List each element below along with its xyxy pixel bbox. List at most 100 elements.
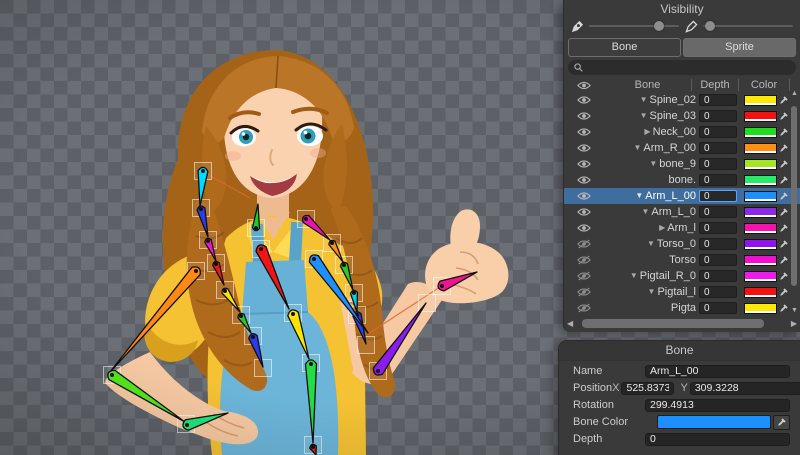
collapsed-triangle-icon[interactable]: ▶ [659, 223, 665, 232]
expand-triangle-icon[interactable]: ▼ [640, 95, 648, 104]
bone-color-swatch[interactable] [744, 175, 777, 186]
bone-origin-dot[interactable] [330, 241, 334, 245]
search-field[interactable] [568, 60, 796, 75]
bone-row-Arm_R_00[interactable]: ▼Arm_R_000 [564, 140, 800, 156]
depth-field[interactable]: 0 [699, 238, 737, 250]
visibility-toggle[interactable] [564, 303, 604, 313]
bone-row-Torso_0[interactable]: ▼Torso_00 [564, 236, 800, 252]
bone-row-Pigtail_R_0[interactable]: ▼Pigtail_R_00 [564, 268, 800, 284]
expand-triangle-icon[interactable]: ▼ [647, 239, 655, 248]
depth-field[interactable]: 0 [699, 174, 737, 186]
bone-origin-dot[interactable] [206, 239, 210, 243]
expand-triangle-icon[interactable]: ▼ [634, 143, 642, 152]
collapsed-triangle-icon[interactable]: ▶ [644, 127, 650, 136]
header-eye-icon[interactable] [564, 81, 604, 90]
slider-handle[interactable] [654, 21, 664, 31]
bone-row-Neck_00[interactable]: ▶Neck_000 [564, 124, 800, 140]
bone-color-swatch[interactable] [744, 223, 777, 234]
bone-color-swatch[interactable] [744, 207, 777, 218]
bone-origin-dot[interactable] [304, 217, 308, 221]
bone-origin-dot[interactable] [352, 291, 356, 295]
eyedropper-button[interactable] [777, 271, 791, 281]
visibility-toggle[interactable] [564, 127, 604, 137]
depth-field[interactable]: 0 [699, 206, 737, 218]
bone-origin-dot[interactable] [194, 269, 198, 273]
eyedropper-button[interactable] [777, 143, 791, 153]
visibility-toggle[interactable] [564, 191, 604, 201]
slider-track[interactable] [589, 25, 679, 27]
bone-color-swatch[interactable] [744, 303, 777, 314]
bone-origin-dot[interactable] [254, 226, 258, 230]
bone-color-swatch[interactable] [744, 191, 777, 202]
bone-row-Spine_03[interactable]: ▼Spine_030 [564, 108, 800, 124]
depth-field[interactable]: 0 [699, 94, 737, 106]
visibility-toggle[interactable] [564, 207, 604, 217]
bone-origin-dot[interactable] [311, 445, 315, 449]
bone-origin-dot[interactable] [199, 207, 203, 211]
bone-color-swatch[interactable] [744, 255, 777, 266]
depth-field[interactable]: 0 [699, 302, 737, 314]
position-x-input[interactable] [621, 382, 674, 395]
bone-handle[interactable] [256, 245, 289, 309]
vertical-scrollbar[interactable]: ▲ ▼ [790, 90, 799, 315]
eyedropper-button[interactable] [777, 159, 791, 169]
bone-origin-dot[interactable] [214, 262, 218, 266]
bone-origin-dot[interactable] [291, 312, 295, 316]
visibility-toggle[interactable] [564, 255, 604, 265]
expand-triangle-icon[interactable]: ▼ [640, 111, 648, 120]
bone-handle[interactable] [438, 272, 477, 291]
bone-row-Arm_L_00[interactable]: ▼Arm_L_000 [564, 188, 800, 204]
visibility-toggle[interactable] [564, 271, 604, 281]
slider-handle[interactable] [705, 21, 715, 31]
vscroll-thumb[interactable] [791, 106, 797, 286]
bone-color-swatch[interactable] [744, 127, 777, 138]
bone-handle[interactable] [306, 360, 317, 443]
depth-field[interactable]: 0 [699, 270, 737, 282]
bone-row-bone_9[interactable]: ▼bone_90 [564, 156, 800, 172]
visibility-toggle[interactable] [564, 95, 604, 105]
depth-field[interactable]: 0 [699, 110, 737, 122]
bone-origin-dot[interactable] [440, 284, 444, 288]
horizontal-scrollbar[interactable]: ◀ ▶ [564, 317, 800, 330]
expand-triangle-icon[interactable]: ▼ [649, 159, 657, 168]
color-eyedropper-button[interactable] [773, 415, 790, 430]
depth-field[interactable]: 0 [699, 254, 737, 266]
bone-origin-dot[interactable] [201, 169, 205, 173]
bone-origin-dot[interactable] [185, 423, 189, 427]
eyedropper-button[interactable] [777, 287, 791, 297]
eyedropper-button[interactable] [777, 175, 791, 185]
bone-row-Pigta[interactable]: Pigta0 [564, 300, 800, 316]
eyedropper-button[interactable] [777, 127, 791, 137]
eyedropper-button[interactable] [777, 255, 791, 265]
scroll-down-icon[interactable]: ▼ [790, 307, 799, 315]
position-y-input[interactable] [690, 382, 800, 395]
bone-row-Torso[interactable]: Torso0 [564, 252, 800, 268]
visibility-toggle[interactable] [564, 287, 604, 297]
bone-origin-dot[interactable] [259, 247, 263, 251]
visibility-toggle[interactable] [564, 159, 604, 169]
joint-selection-box[interactable] [255, 360, 272, 377]
visibility-toggle[interactable] [564, 223, 604, 233]
bone-origin-dot[interactable] [376, 369, 380, 373]
eyedropper-button[interactable] [777, 111, 791, 121]
depth-field[interactable]: 0 [699, 158, 737, 170]
bone-origin-dot[interactable] [312, 257, 316, 261]
bone-origin-dot[interactable] [309, 362, 313, 366]
bone-origin-dot[interactable] [110, 373, 114, 377]
search-input[interactable] [587, 61, 790, 74]
bone-opacity-slider[interactable] [571, 20, 679, 33]
bone-row-bone.[interactable]: bone.0 [564, 172, 800, 188]
rotation-input[interactable] [645, 399, 790, 412]
bone-color-swatch[interactable] [744, 111, 777, 122]
header-depth[interactable]: Depth [691, 79, 738, 91]
slider-track[interactable] [703, 25, 793, 27]
eyedropper-button[interactable] [777, 303, 791, 313]
bone-color-swatch[interactable] [657, 415, 771, 429]
bone-handle[interactable] [288, 310, 309, 359]
bone-origin-dot[interactable] [223, 289, 227, 293]
eyedropper-button[interactable] [777, 207, 791, 217]
bone-row-Arm_L_0[interactable]: ▼Arm_L_00 [564, 204, 800, 220]
scroll-left-icon[interactable]: ◀ [567, 317, 573, 330]
bone-handle[interactable] [108, 370, 185, 422]
expand-triangle-icon[interactable]: ▼ [648, 287, 656, 296]
